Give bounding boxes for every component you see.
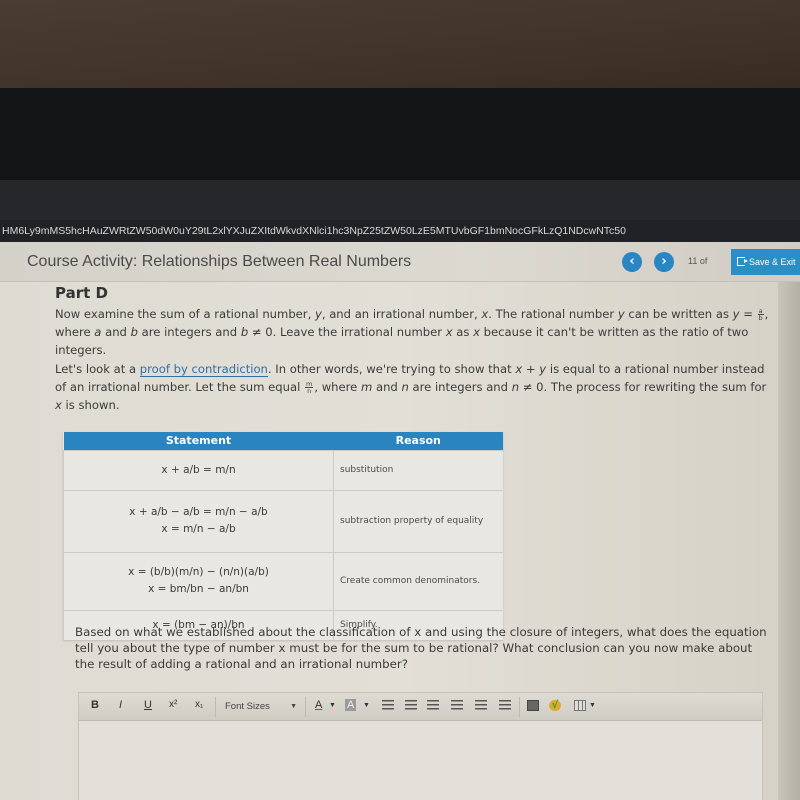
reason-header: Reason: [333, 432, 503, 450]
statement-header: Statement: [63, 432, 334, 450]
subscript-button[interactable]: x₁: [195, 699, 203, 710]
table-icon[interactable]: [574, 700, 586, 711]
statement-equation: x = bm/bn − an/bn: [148, 583, 249, 595]
bold-button[interactable]: B: [91, 699, 99, 711]
fraction-a-over-b: ab: [757, 307, 764, 322]
align-center-icon[interactable]: [475, 700, 487, 711]
italic-button[interactable]: I: [119, 699, 122, 711]
statement-equation: x + a/b = m/n: [161, 463, 236, 476]
url-bar[interactable]: HM6Ly9mMS5hcHAuZWRtZW50dW0uY29tL2xlYXJuZ…: [0, 220, 800, 242]
activity-header: Course Activity: Relationships Between R…: [0, 242, 800, 282]
part-title: Part D: [55, 284, 108, 302]
dropdown-caret-icon[interactable]: ▼: [589, 702, 596, 709]
proof-by-contradiction-link[interactable]: proof by contradiction: [139, 362, 268, 377]
align-left-icon[interactable]: [451, 700, 463, 711]
fraction-m-over-n: mn: [304, 380, 314, 395]
answer-textarea[interactable]: [79, 721, 762, 800]
indent-icon[interactable]: [427, 700, 439, 711]
align-right-icon[interactable]: [499, 700, 511, 711]
image-icon[interactable]: [527, 700, 539, 711]
question-prompt: Based on what we established about the c…: [75, 625, 767, 671]
statement-equation: x = m/n − a/b: [161, 523, 236, 535]
monitor-bezel: [0, 88, 800, 188]
reason-cell: Create common denominators.: [333, 551, 503, 610]
dropdown-caret-icon: ▼: [290, 703, 297, 710]
font-sizes-dropdown[interactable]: Font Sizes ▼: [219, 697, 301, 716]
browser-chrome: [0, 180, 800, 220]
editor-toolbar: B I U x² x₁ Font Sizes ▼ A ▼ A ▼ √ ▼: [79, 693, 762, 721]
math-equation-icon[interactable]: √: [549, 700, 561, 711]
proof-paragraph: Let's look at a proof by contradiction. …: [55, 362, 767, 412]
exit-icon: [737, 257, 748, 266]
bulleted-list-icon[interactable]: [382, 700, 394, 711]
dropdown-caret-icon[interactable]: ▼: [363, 702, 370, 709]
dropdown-caret-icon[interactable]: ▼: [329, 702, 336, 709]
next-page-button[interactable]: ›: [654, 252, 674, 272]
underline-button[interactable]: U: [144, 699, 152, 711]
app-screen: Course Activity: Relationships Between R…: [0, 242, 800, 800]
page-counter: 11 of: [688, 256, 708, 266]
proof-table: Statement Reason x + a/b = m/n substitut…: [63, 432, 503, 640]
chevron-right-icon: ›: [661, 254, 667, 269]
chevron-left-icon: ‹: [629, 254, 635, 269]
reason-cell: substitution: [333, 449, 503, 490]
save-exit-button[interactable]: Save & Exit: [731, 249, 800, 275]
intro-paragraph: Now examine the sum of a rational number…: [55, 307, 769, 357]
table-row: x = (b/b)(m/n) − (n/n)(a/b) x = bm/bn − …: [63, 551, 503, 610]
scrollbar[interactable]: [778, 282, 800, 800]
statement-equation: x = (b/b)(m/n) − (n/n)(a/b): [128, 566, 269, 578]
superscript-button[interactable]: x²: [169, 699, 177, 710]
table-row: x + a/b = m/n substitution: [63, 449, 503, 490]
toolbar-divider: [519, 697, 520, 717]
font-color-button[interactable]: A: [315, 699, 322, 711]
prev-page-button[interactable]: ‹: [622, 252, 642, 272]
part-content: Part D Now examine the sum of a rational…: [55, 284, 775, 414]
statement-equation: x + a/b − a/b = m/n − a/b: [129, 506, 268, 518]
reason-cell: subtraction property of equality: [333, 489, 503, 552]
numbered-list-icon[interactable]: [405, 700, 417, 711]
save-exit-label: Save & Exit: [749, 257, 796, 267]
answer-editor[interactable]: B I U x² x₁ Font Sizes ▼ A ▼ A ▼ √ ▼: [78, 692, 763, 800]
toolbar-divider: [215, 697, 216, 717]
highlight-color-button[interactable]: A: [345, 699, 357, 711]
course-title: Course Activity: Relationships Between R…: [27, 253, 412, 270]
table-row: x + a/b − a/b = m/n − a/b x = m/n − a/b …: [63, 489, 503, 552]
toolbar-divider: [305, 697, 306, 717]
